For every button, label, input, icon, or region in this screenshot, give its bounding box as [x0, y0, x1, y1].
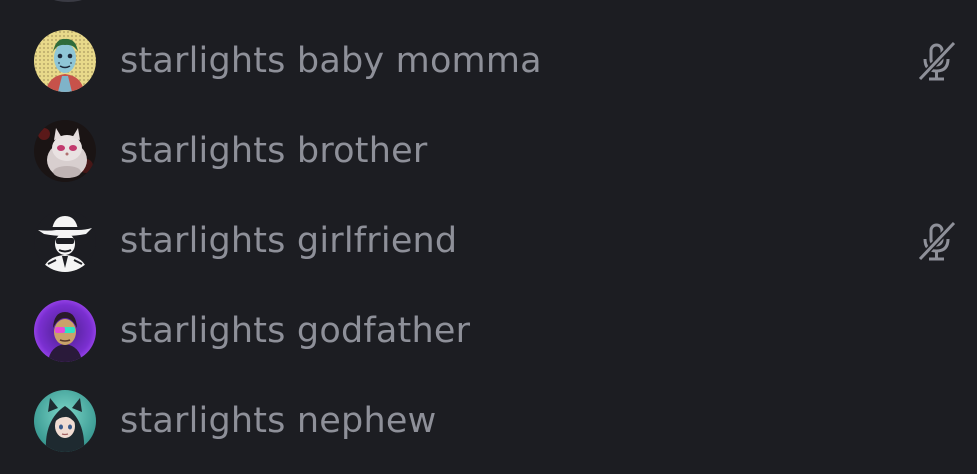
- avatar-anime-icon[interactable]: [34, 390, 96, 452]
- member-name: starlights godfather: [120, 310, 471, 351]
- mic-muted-icon: [914, 39, 958, 83]
- member-name: starlights baby momma: [120, 40, 542, 81]
- avatar-zombie-icon[interactable]: [34, 30, 96, 92]
- member-row[interactable]: starlights baby momma: [0, 16, 977, 106]
- mic-muted-icon: [914, 219, 958, 263]
- member-row[interactable]: starlights girlfriend: [0, 196, 977, 286]
- member-row[interactable]: starlights brother: [0, 106, 977, 196]
- member-name: starlights girlfriend: [120, 220, 458, 261]
- avatar-cowboy-icon[interactable]: [34, 210, 96, 272]
- member-name: starlights brother: [120, 130, 428, 171]
- avatar-partial[interactable]: [40, 0, 96, 2]
- voice-member-list: starlights baby momma starlights brother…: [0, 0, 977, 474]
- avatar-neon-icon[interactable]: [34, 300, 96, 362]
- member-row[interactable]: starlights godfather: [0, 286, 977, 376]
- member-name: starlights nephew: [120, 400, 437, 441]
- avatar-cat-icon[interactable]: [34, 120, 96, 182]
- member-row[interactable]: starlights nephew: [0, 376, 977, 466]
